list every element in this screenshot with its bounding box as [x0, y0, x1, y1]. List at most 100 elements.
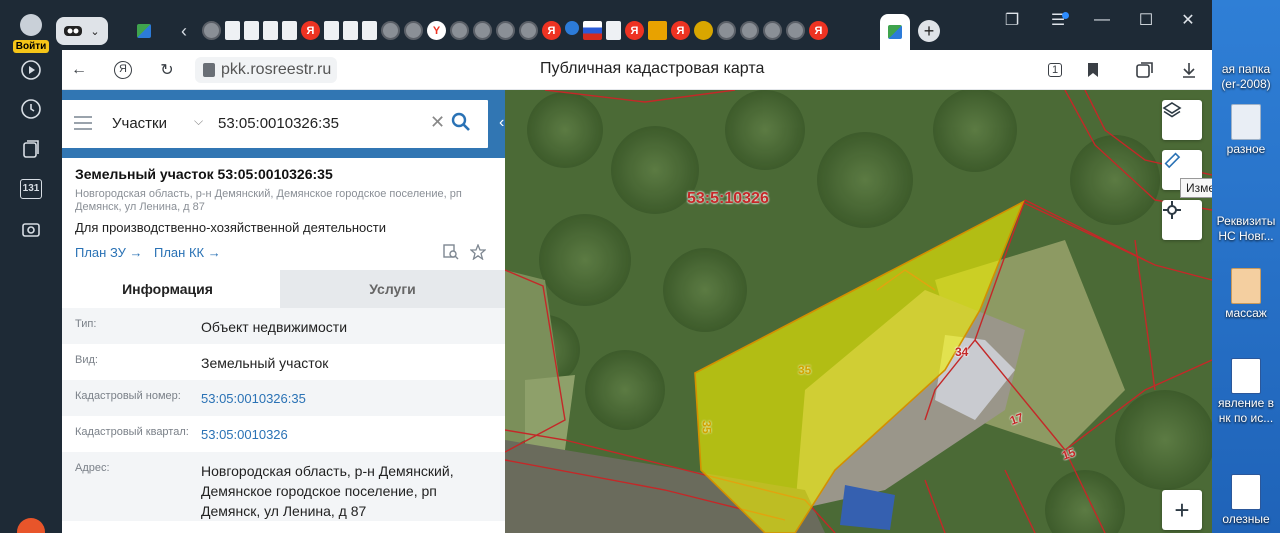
- avatar-favicon-icon[interactable]: [786, 21, 805, 40]
- active-tab[interactable]: [880, 14, 910, 50]
- page-content: 53:5:10326 35 35 34 17 15 + Измерения: [62, 90, 1212, 533]
- russian-flag-favicon-icon[interactable]: [583, 21, 602, 40]
- menu-icon[interactable]: [74, 116, 92, 134]
- arrow-left-icon: ←: [71, 61, 87, 78]
- downloads-button[interactable]: [1178, 59, 1200, 81]
- history-clock-icon[interactable]: [18, 96, 44, 122]
- star-icon[interactable]: [469, 243, 487, 261]
- yandex-y-favicon-icon[interactable]: Y: [427, 21, 446, 40]
- reload-button[interactable]: ↻: [156, 59, 178, 81]
- document-favicon-icon[interactable]: [343, 21, 358, 40]
- image-favicon-icon[interactable]: [648, 21, 667, 40]
- yandex-favicon-icon[interactable]: Я: [542, 21, 561, 40]
- desktop-item-folder[interactable]: ая папка (er-2008): [1212, 62, 1280, 92]
- avatar-favicon-icon[interactable]: [381, 21, 400, 40]
- yandex-button[interactable]: Я: [112, 59, 134, 81]
- tab-information[interactable]: Информация: [62, 270, 280, 308]
- avatar-favicon-icon[interactable]: [473, 21, 492, 40]
- collections-icon[interactable]: [18, 136, 44, 162]
- document-favicon-icon[interactable]: [282, 21, 297, 40]
- maximize-button[interactable]: ☐: [1126, 10, 1166, 30]
- document-favicon-icon[interactable]: [324, 21, 339, 40]
- locate-button[interactable]: [1162, 200, 1202, 240]
- search-box: Участки ⌵ 53:05:0010326:35 ✕: [62, 100, 488, 148]
- document-favicon-icon[interactable]: [225, 21, 240, 40]
- browser-menu-button[interactable]: ☰: [1038, 10, 1078, 30]
- parcel-label-34: 34: [955, 345, 969, 359]
- login-button[interactable]: Войти: [12, 14, 50, 54]
- new-tab-button[interactable]: +: [918, 20, 940, 42]
- url-field[interactable]: pkk.rosreestr.ru: [195, 57, 338, 83]
- document-favicon-icon[interactable]: [606, 21, 621, 40]
- collapse-panel-icon[interactable]: ‹: [499, 114, 504, 132]
- search-category[interactable]: Участки: [112, 115, 167, 132]
- rosreestr-icon: [137, 24, 151, 38]
- yandex-logo-icon: Я: [114, 61, 132, 79]
- search-input[interactable]: 53:05:0010326:35: [218, 115, 339, 132]
- tabs-manager-button[interactable]: ❐: [992, 10, 1032, 30]
- parcel-label-35: 35: [798, 363, 812, 377]
- desktop-item-word-doc[interactable]: явление в нк по ис...: [1212, 358, 1280, 426]
- tab-favicon-1[interactable]: [134, 17, 154, 45]
- layers-button[interactable]: [1162, 100, 1202, 140]
- tab-strip: ⌄ ‹ Я Y Я Я Я Я + ❐ ☰ — ☐ ✕: [56, 0, 1212, 50]
- close-window-button[interactable]: ✕: [1168, 10, 1208, 30]
- url-text: pkk.rosreestr.ru: [221, 61, 332, 78]
- bookmark-button[interactable]: [1082, 59, 1104, 81]
- detail-label: Вид:: [75, 354, 98, 366]
- plan-kk-link[interactable]: План КК →: [154, 245, 221, 260]
- minimize-button[interactable]: —: [1082, 10, 1122, 30]
- avatar-favicon-icon[interactable]: [519, 21, 538, 40]
- search-icon[interactable]: [451, 112, 471, 137]
- clear-icon[interactable]: ✕: [430, 112, 445, 133]
- yandex-favicon-icon[interactable]: Я: [625, 21, 644, 40]
- cadastral-quarter-link[interactable]: 53:05:0010326: [201, 416, 505, 452]
- avatar-favicon-icon[interactable]: [496, 21, 515, 40]
- calendar-badge-icon[interactable]: 131: [18, 176, 44, 202]
- avatar-favicon-icon[interactable]: [404, 21, 423, 40]
- login-label: Войти: [12, 40, 50, 53]
- zoom-in-button[interactable]: +: [1162, 490, 1202, 530]
- emblem-favicon-icon[interactable]: [694, 21, 713, 40]
- desktop-item-poleznye[interactable]: олезные: [1212, 474, 1280, 527]
- document-favicon-icon[interactable]: [362, 21, 377, 40]
- info-panel: Участки ⌵ 53:05:0010326:35 ✕ ‹ Земельный…: [62, 90, 505, 533]
- blue-favicon-icon[interactable]: [565, 21, 579, 35]
- play-icon[interactable]: [18, 57, 44, 83]
- document-icon: [1231, 104, 1261, 140]
- desktop-item-rekvizity[interactable]: Реквизиты НС Новг...: [1212, 214, 1280, 244]
- avatar-favicon-icon[interactable]: [740, 21, 759, 40]
- incognito-toggle[interactable]: ⌄: [56, 17, 108, 45]
- minimize-icon: —: [1094, 11, 1110, 28]
- screenshot-camera-icon[interactable]: [18, 216, 44, 242]
- avatar-favicon-icon[interactable]: [450, 21, 469, 40]
- document-favicon-icon[interactable]: [244, 21, 259, 40]
- yandex-favicon-icon[interactable]: Я: [809, 21, 828, 40]
- desktop-item-massazh[interactable]: массаж: [1212, 268, 1280, 321]
- cadastral-map[interactable]: 53:5:10326 35 35 34 17 15 +: [505, 90, 1212, 533]
- avatar-favicon-icon[interactable]: [717, 21, 736, 40]
- document-favicon-icon[interactable]: [263, 21, 278, 40]
- yandex-favicon-icon[interactable]: Я: [301, 21, 320, 40]
- detail-label: Адрес:: [75, 462, 110, 474]
- tabs-scroll-left[interactable]: ‹: [174, 17, 194, 45]
- reading-mode-button[interactable]: [1134, 59, 1156, 81]
- plan-zu-link[interactable]: План ЗУ →: [75, 245, 143, 260]
- avatar-favicon-icon[interactable]: [763, 21, 782, 40]
- notification-dot: [1062, 12, 1069, 19]
- tab-counter-button[interactable]: 1: [1044, 59, 1066, 81]
- collections-icon: [1136, 62, 1153, 78]
- zoom-to-object-icon[interactable]: [443, 244, 459, 260]
- desktop-item-raznoe[interactable]: разное: [1212, 104, 1280, 157]
- incognito-icon: [64, 26, 83, 36]
- alice-assistant-icon[interactable]: [17, 518, 45, 533]
- detail-label: Кадастровый номер:: [75, 390, 181, 402]
- avatar-favicon-icon[interactable]: [202, 21, 221, 40]
- chevron-down-icon[interactable]: ⌵: [194, 114, 203, 129]
- details-table: Тип: Объект недвижимости Вид: Земельный …: [62, 308, 505, 521]
- yandex-favicon-icon[interactable]: Я: [671, 21, 690, 40]
- back-button[interactable]: ←: [68, 59, 90, 81]
- tab-services[interactable]: Услуги: [280, 270, 505, 308]
- download-icon: [1183, 63, 1195, 78]
- cadastral-number-link[interactable]: 53:05:0010326:35: [201, 380, 505, 416]
